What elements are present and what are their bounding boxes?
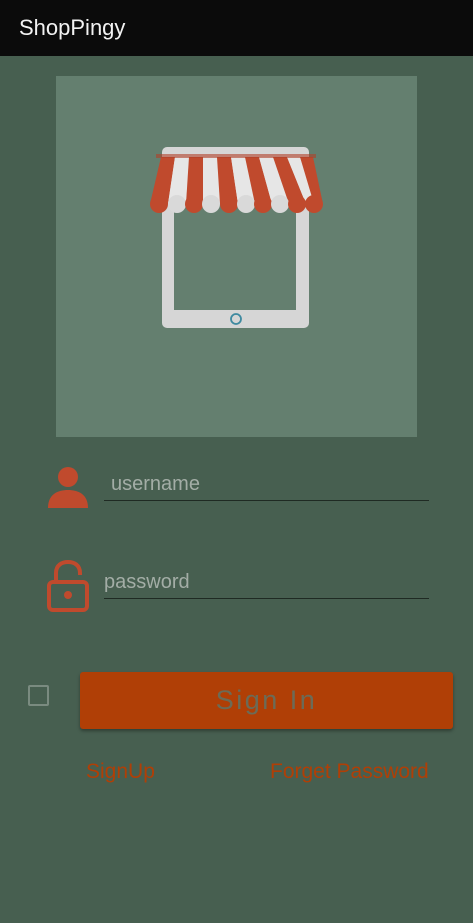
sign-in-label: Sign In (215, 685, 318, 715)
username-field[interactable] (104, 463, 429, 501)
logo-panel (56, 76, 417, 437)
storefront-tablet-icon (150, 147, 323, 328)
app-bar: ShopPingy (0, 0, 473, 56)
password-field[interactable] (104, 561, 429, 599)
username-input[interactable] (104, 463, 429, 500)
unlock-icon (47, 560, 89, 612)
sign-in-button[interactable]: Sign In (80, 672, 453, 729)
signup-link[interactable]: SignUp (86, 760, 155, 784)
app-title: ShopPingy (19, 15, 126, 40)
password-input[interactable] (104, 561, 429, 598)
remember-checkbox[interactable] (28, 685, 49, 706)
person-icon (48, 467, 88, 508)
forget-password-link[interactable]: Forget Password (270, 760, 429, 784)
